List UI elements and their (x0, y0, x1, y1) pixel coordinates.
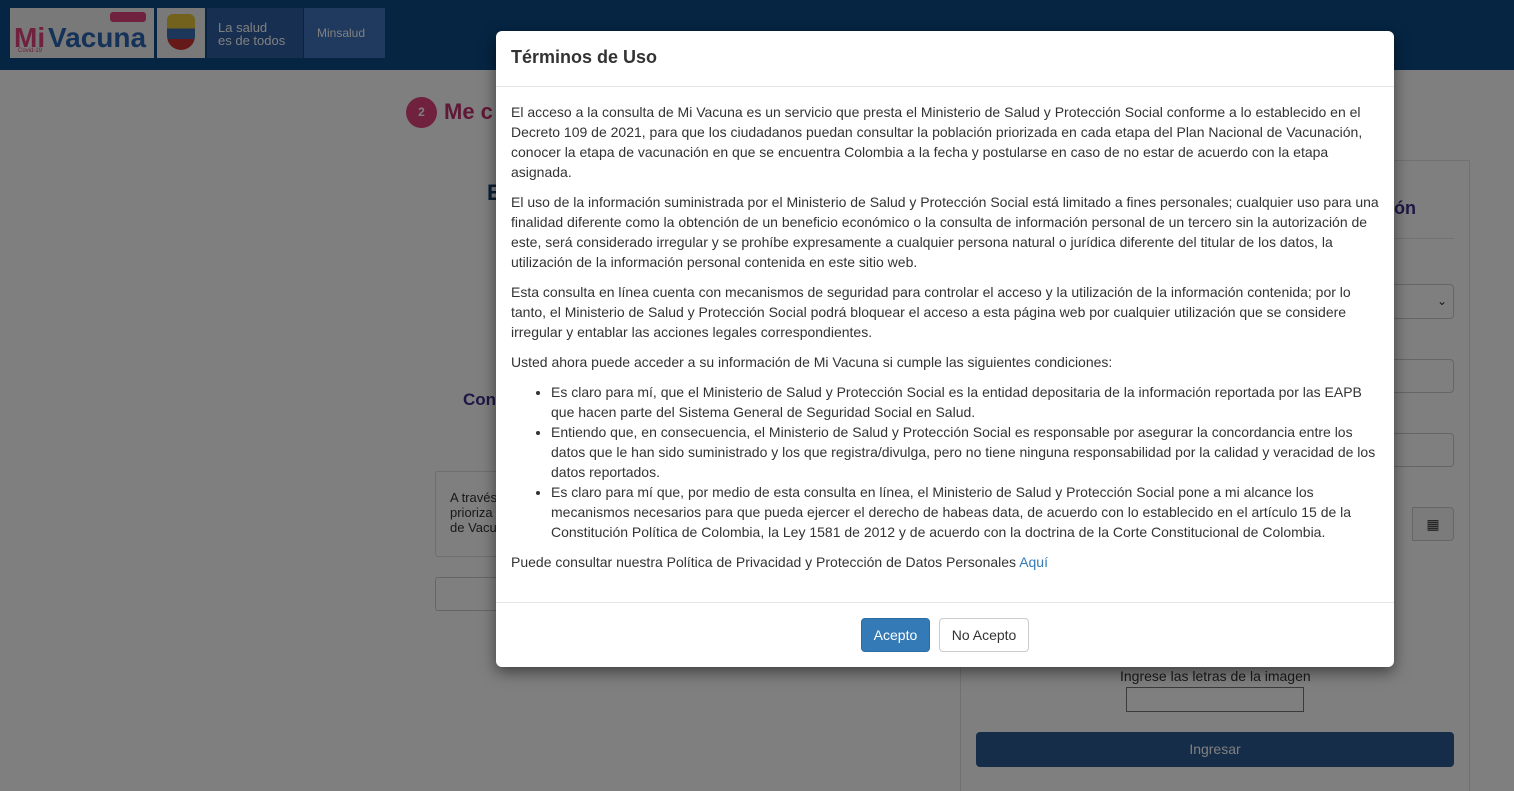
reject-button[interactable]: No Acepto (938, 618, 1030, 652)
privacy-text: Puede consultar nuestra Política de Priv… (511, 554, 1020, 570)
condition-item: Es claro para mí, que el Ministerio de S… (551, 382, 1379, 422)
accept-button[interactable]: Acepto (860, 618, 931, 652)
condition-item: Es claro para mí que, por medio de esta … (551, 482, 1379, 542)
terms-paragraph: Usted ahora puede acceder a su informaci… (511, 354, 1113, 370)
privacy-link[interactable]: Aquí (1019, 554, 1048, 570)
modal-title: Términos de Uso (511, 47, 658, 67)
terms-paragraph: Esta consulta en línea cuenta con mecani… (511, 284, 1351, 340)
privacy-paragraph: Puede consultar nuestra Política de Priv… (511, 552, 1379, 572)
conditions-list: Es claro para mí, que el Ministerio de S… (511, 382, 1379, 542)
modal-header: Términos de Uso (496, 31, 1394, 87)
condition-item: Entiendo que, en consecuencia, el Minist… (551, 422, 1379, 482)
terms-paragraph: El acceso a la consulta de Mi Vacuna es … (511, 104, 1363, 180)
terms-modal: Términos de Uso El acceso a la consulta … (496, 31, 1394, 667)
modal-body: El acceso a la consulta de Mi Vacuna es … (496, 87, 1394, 572)
modal-footer: Acepto No Acepto (496, 602, 1394, 667)
terms-paragraph: El uso de la información suministrada po… (511, 194, 1379, 270)
